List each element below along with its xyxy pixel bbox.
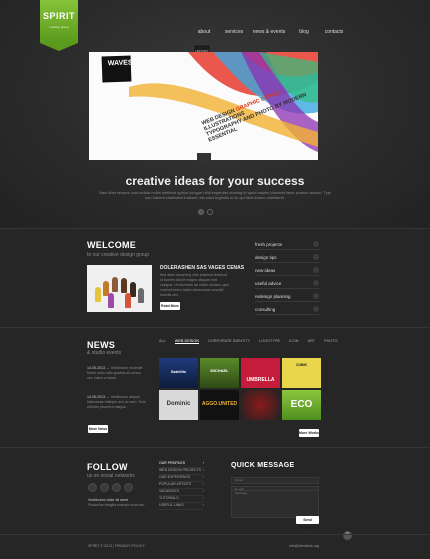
link-fresh-projects[interactable]: fresh projects <box>255 237 319 250</box>
menu-useful-links[interactable]: USEFUL LINKS › <box>159 503 204 510</box>
portfolio-grid: Satellite MICHAEL UMBRELLA CUBIK Dominic… <box>159 358 321 420</box>
portfolio-tile[interactable]: Dominic <box>159 390 198 420</box>
tab-all[interactable]: ALL <box>159 339 166 344</box>
arrow-icon <box>313 241 319 247</box>
tab-web-design[interactable]: WEB DESIGN <box>174 339 200 344</box>
read-more-button[interactable]: Read More <box>160 302 180 310</box>
link-design-tips[interactable]: design tips <box>255 250 319 263</box>
nav-services[interactable]: services <box>222 29 246 35</box>
footer-menu: OUR PROFILES › WEB DESIGN PROJECTS › OUR E… <box>159 461 204 510</box>
portfolio-tile[interactable]: Satellite <box>159 358 198 388</box>
copyright: SPIRIT © 2013 | PRIVACY POLICY <box>88 544 145 548</box>
tab-icon[interactable]: ICON <box>289 339 299 344</box>
hero-slide: WAVES WEB DESIGN GRAPHIC DESIGN ILLUSTRA… <box>89 52 318 160</box>
more-works-button[interactable]: More Works <box>299 429 319 437</box>
services-links: fresh projects design tips new ideas use… <box>255 237 319 315</box>
logo-name: SPIRIT <box>42 11 75 21</box>
nav-news-events[interactable]: news & events <box>252 29 286 35</box>
facebook-icon[interactable] <box>88 483 97 492</box>
arrow-icon <box>313 293 319 299</box>
chevron-right-icon: › <box>202 496 204 500</box>
portfolio-tile[interactable]: AGGO.UNITED <box>200 390 239 420</box>
news-subtitle: & studio events <box>87 350 122 356</box>
divider <box>0 534 430 535</box>
menu-vacancies[interactable]: VACANCIES › <box>159 489 204 496</box>
message-field[interactable]: Message <box>231 490 319 518</box>
link-useful-advice[interactable]: useful advice <box>255 276 319 289</box>
portfolio-tile[interactable] <box>241 390 280 420</box>
tab-photo[interactable]: PHOTO <box>324 339 337 344</box>
chevron-right-icon: › <box>202 489 204 493</box>
welcome-body: Sed diam nonummy nibh euismod tincidunt … <box>160 273 229 297</box>
divider <box>0 327 430 328</box>
email-link[interactable]: info@demolink.org <box>289 544 319 548</box>
link-new-ideas[interactable]: new ideas <box>255 263 319 276</box>
slider-dot-2[interactable] <box>207 209 213 215</box>
main-nav: about services news & events blog contac… <box>192 29 346 35</box>
book-cover: WAVES <box>101 55 133 83</box>
follow-title: FOLLOW <box>87 462 128 472</box>
logo[interactable]: SPIRIT creative group <box>40 0 78 51</box>
arrow-icon <box>313 254 319 260</box>
follow-subtitle: us on social networks <box>87 473 135 479</box>
twitter-icon[interactable] <box>100 483 109 492</box>
link-redesign-planning[interactable]: redesign planning <box>255 289 319 302</box>
nav-contacts[interactable]: contacts <box>322 29 346 35</box>
chevron-right-icon: › <box>202 461 204 465</box>
nav-blog[interactable]: blog <box>292 29 316 35</box>
portfolio-tile[interactable]: MICHAEL <box>200 358 239 388</box>
logo-tagline: creative group <box>49 25 69 29</box>
follow-text: Vestibulum dolor sit amet Phasellus frin… <box>88 498 146 507</box>
link-consulting[interactable]: consulting <box>255 302 319 315</box>
chevron-right-icon: › <box>202 503 204 507</box>
slider-pause-button[interactable] <box>197 153 211 161</box>
tab-corporate-identity[interactable]: CORPORATE IDENTITY <box>208 339 250 344</box>
more-news-button[interactable]: More News <box>88 425 108 433</box>
hero-title: creative ideas for your success <box>125 174 305 188</box>
arrow-icon <box>313 306 319 312</box>
chevron-right-icon: › <box>202 475 204 479</box>
welcome-title: WELCOME <box>87 240 137 250</box>
portfolio-tile[interactable]: CUBIK <box>282 358 321 388</box>
welcome-heading: DOLERASHEN SAS VAGES CENAS <box>160 265 245 271</box>
portfolio-tabs: ALL WEB DESIGN CORPORATE IDENTITY LOGOTY… <box>159 339 338 344</box>
nav-about[interactable]: about <box>192 29 216 35</box>
name-field[interactable]: Name <box>231 477 319 484</box>
arrow-icon <box>313 267 319 273</box>
portfolio-tile[interactable]: ECO <box>282 390 321 420</box>
divider <box>0 228 430 229</box>
menu-tutorials[interactable]: TUTORIALS › <box>159 496 204 503</box>
chevron-right-icon: › <box>202 468 204 472</box>
slider-pagination <box>198 209 213 215</box>
menu-our-experience[interactable]: OUR EXPERIENCE › <box>159 475 204 482</box>
book-title: WAVES <box>107 59 133 68</box>
slider-dot-1[interactable] <box>198 209 204 215</box>
welcome-subtitle: to our creative design group <box>87 252 149 258</box>
menu-popular-artists[interactable]: POPULAR ARTISTS › <box>159 482 204 489</box>
social-icons <box>88 483 133 492</box>
google-plus-icon[interactable] <box>112 483 121 492</box>
arrow-icon <box>313 280 319 286</box>
back-to-top-icon[interactable]: ^ <box>343 531 352 540</box>
portfolio-tile[interactable]: UMBRELLA <box>241 358 280 388</box>
news-item[interactable]: 14.05.2013 — Vestibulum aliquet Maecenas… <box>87 395 147 410</box>
rss-icon[interactable] <box>124 483 133 492</box>
tab-art[interactable]: ART <box>308 339 316 344</box>
tab-logotype[interactable]: LOGOTYPE <box>259 339 280 344</box>
hero-section: SPIRIT creative group about services new… <box>0 0 430 228</box>
divider <box>0 447 430 448</box>
send-message-button[interactable]: Send Message <box>296 516 319 530</box>
quick-message-title: QUICK MESSAGE <box>231 462 295 469</box>
chevron-right-icon: › <box>202 482 204 486</box>
menu-our-profiles[interactable]: OUR PROFILES › <box>159 461 204 468</box>
hero-subtitle: Nam liber tempor cum soluta nobis eleife… <box>99 190 331 200</box>
welcome-image <box>87 265 152 312</box>
news-title: NEWS <box>87 340 116 350</box>
news-item[interactable]: 14.05.2013 — Vestibulum molestie Morbi n… <box>87 366 147 381</box>
menu-web-design-projects[interactable]: WEB DESIGN PROJECTS › <box>159 468 204 475</box>
